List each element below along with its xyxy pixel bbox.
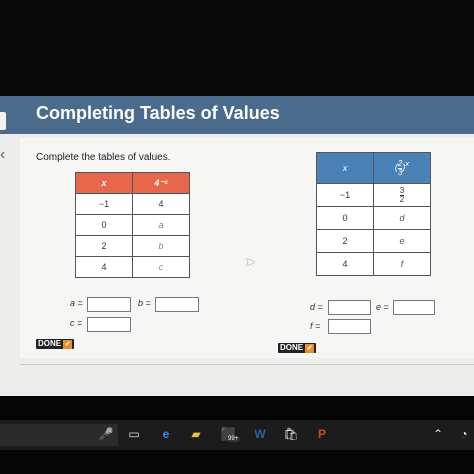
table-row: 0 a — [75, 214, 190, 236]
notifications-icon[interactable]: ⌃ — [430, 426, 446, 442]
answer-input-b[interactable] — [155, 297, 199, 312]
answer-label-b: b = — [138, 298, 151, 308]
column-header-x: x — [316, 152, 374, 184]
microphone-icon[interactable]: 🎤 — [98, 426, 114, 442]
table-cell: 4 — [75, 256, 133, 278]
table-cell-variable: d — [373, 206, 431, 230]
table-cell-variable: c — [132, 256, 190, 278]
table-row: 0 d — [316, 206, 431, 230]
table-row: 4 c — [75, 256, 190, 278]
table-cell-variable: b — [132, 235, 190, 257]
table-cell-variable: f — [373, 252, 431, 276]
column-header-expr: (2 3)x — [373, 152, 431, 184]
table-row: −1 32 — [316, 183, 431, 207]
column-header-expr: 4⁻ˣ — [132, 172, 190, 194]
powerpoint-icon[interactable]: P — [314, 426, 330, 442]
table-cell: 4 — [132, 193, 190, 215]
answer-input-c[interactable] — [87, 317, 131, 332]
header-fraction: 23 — [397, 158, 403, 177]
divider — [20, 364, 474, 365]
table-row: −1 4 — [75, 193, 190, 215]
answer-input-d[interactable] — [328, 300, 371, 315]
table-row: 4 f — [316, 252, 431, 276]
app-header: Completing Tables of Values — [0, 96, 474, 134]
answer-label-c: c = — [70, 318, 83, 328]
store-icon[interactable]: 🛍 — [283, 426, 299, 442]
table-cell: 2 — [316, 229, 374, 253]
notification-badge: 99+ — [226, 436, 241, 442]
table-left: x 4⁻ˣ −1 4 0 a 2 b 4 c — [75, 172, 190, 278]
page-title: Completing Tables of Values — [36, 103, 280, 123]
mouse-cursor-icon: ➤ — [245, 255, 256, 269]
file-explorer-icon[interactable]: ▰ — [188, 426, 204, 442]
monitor-bezel-top — [0, 0, 474, 96]
table-row: 2 e — [316, 229, 431, 253]
answer-label-e: e = — [376, 302, 389, 312]
table-cell: −1 — [316, 183, 374, 207]
done-button-right[interactable]: DONE ✔ — [278, 343, 317, 353]
column-header-x: x — [75, 172, 133, 194]
checkmark-icon: ✔ — [63, 339, 73, 349]
table-cell-variable: e — [373, 229, 431, 253]
word-icon[interactable]: W — [252, 426, 268, 442]
answer-label-d: d = — [310, 302, 323, 312]
task-view-icon[interactable]: ▭ — [126, 426, 142, 442]
table-right: x (2 3)x −1 32 0 d 2 e 4 f — [316, 152, 431, 276]
checkmark-icon: ✔ — [305, 343, 315, 353]
answer-input-f[interactable] — [328, 319, 371, 334]
table-cell: 2 — [75, 235, 133, 257]
table-cell: 0 — [75, 214, 133, 236]
table-cell-fraction: 32 — [373, 183, 431, 207]
table-cell-variable: a — [132, 214, 190, 236]
table-cell: 4 — [316, 252, 374, 276]
table-cell: −1 — [75, 193, 133, 215]
edge-icon[interactable]: e — [158, 426, 174, 442]
answer-input-e[interactable] — [393, 300, 435, 315]
table-cell: 0 — [316, 206, 374, 230]
instructions-text: Complete the tables of values. — [36, 152, 171, 163]
answer-label-a: a = — [70, 298, 83, 308]
done-button-left[interactable]: DONE ✔ — [36, 339, 75, 349]
answer-label-f: f = — [310, 321, 321, 331]
taskbar: 🎤 ▭ e ▰ ⬛ 99+ W 🛍 P ⌃ ◔ — [0, 420, 474, 450]
answer-input-a[interactable] — [87, 297, 131, 312]
volume-icon[interactable]: ◔ — [456, 426, 472, 442]
chevron-left-icon[interactable]: ‹ — [0, 146, 5, 164]
table-header-row: x 4⁻ˣ — [75, 172, 190, 194]
table-header-row: x (2 3)x — [316, 152, 431, 184]
monitor-bezel-bottom — [0, 450, 474, 474]
table-row: 2 b — [75, 235, 190, 257]
menu-icon[interactable] — [0, 112, 6, 130]
